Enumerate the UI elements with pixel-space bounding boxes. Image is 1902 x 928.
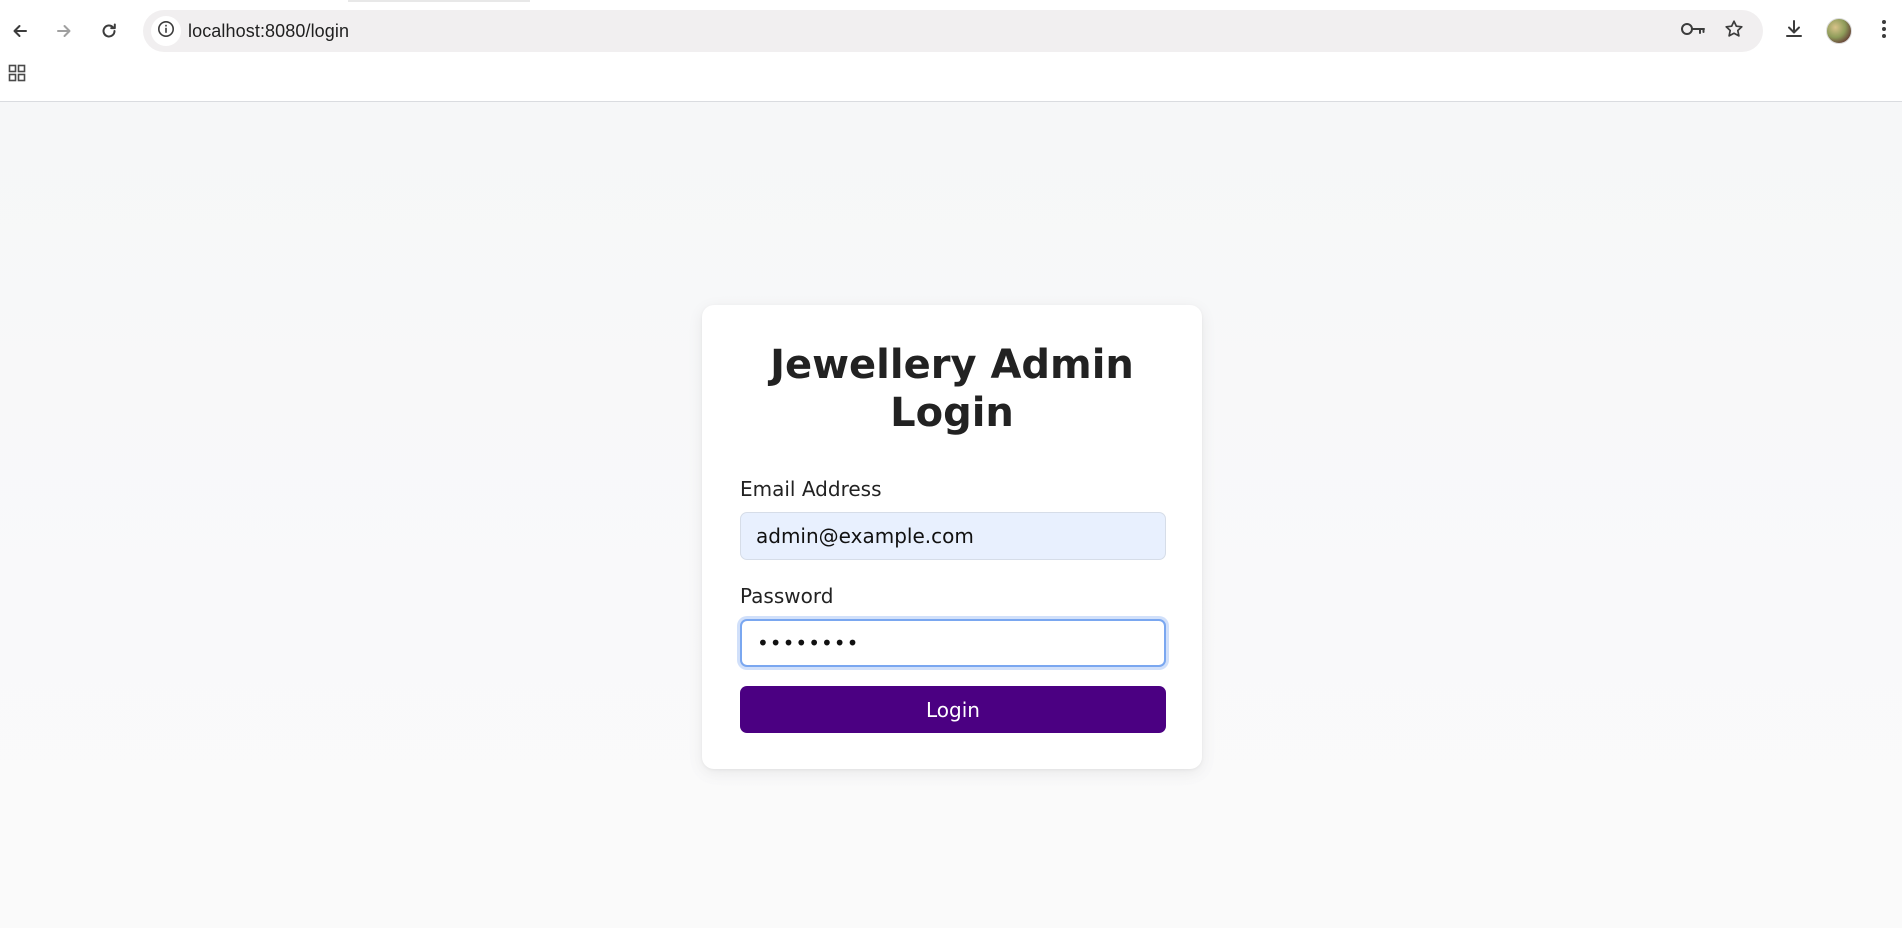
site-info-button[interactable]: [151, 16, 181, 46]
password-field[interactable]: [740, 619, 1166, 667]
star-icon: [1724, 19, 1744, 44]
back-arrow-icon: [10, 21, 30, 41]
bookmarks-bar: [0, 58, 1902, 94]
info-icon: [157, 20, 175, 43]
browser-toolbar: localhost:8080/login: [0, 9, 1902, 53]
password-key-button[interactable]: [1679, 17, 1707, 45]
page-body: Jewellery Admin Login Email Address Pass…: [0, 102, 1902, 928]
reload-button[interactable]: [93, 15, 125, 47]
browser-menu-button[interactable]: [1868, 15, 1900, 47]
apps-button[interactable]: [6, 64, 28, 86]
back-button[interactable]: [4, 15, 36, 47]
email-label: Email Address: [740, 477, 882, 501]
tab-strip: [0, 0, 1902, 9]
apps-grid-icon: [8, 64, 26, 87]
bookmark-star-button[interactable]: [1720, 17, 1748, 45]
page-title: Jewellery Admin Login: [770, 342, 1134, 436]
address-bar[interactable]: localhost:8080/login: [143, 10, 1763, 52]
forward-button[interactable]: [48, 15, 80, 47]
kebab-menu-icon: [1881, 19, 1887, 44]
reload-icon: [99, 21, 119, 41]
url-text[interactable]: localhost:8080/login: [188, 21, 349, 42]
profile-button[interactable]: [1823, 15, 1855, 47]
login-card: Jewellery Admin Login Email Address Pass…: [702, 305, 1202, 769]
downloads-button[interactable]: [1778, 15, 1810, 47]
avatar: [1826, 18, 1852, 44]
login-button[interactable]: Login: [740, 686, 1166, 733]
download-icon: [1783, 18, 1805, 45]
password-label: Password: [740, 584, 834, 608]
tab-strip-divider: [348, 0, 530, 2]
browser-chrome: localhost:8080/login: [0, 0, 1902, 102]
email-field[interactable]: [740, 512, 1166, 560]
key-icon: [1680, 20, 1706, 43]
forward-arrow-icon: [54, 21, 74, 41]
